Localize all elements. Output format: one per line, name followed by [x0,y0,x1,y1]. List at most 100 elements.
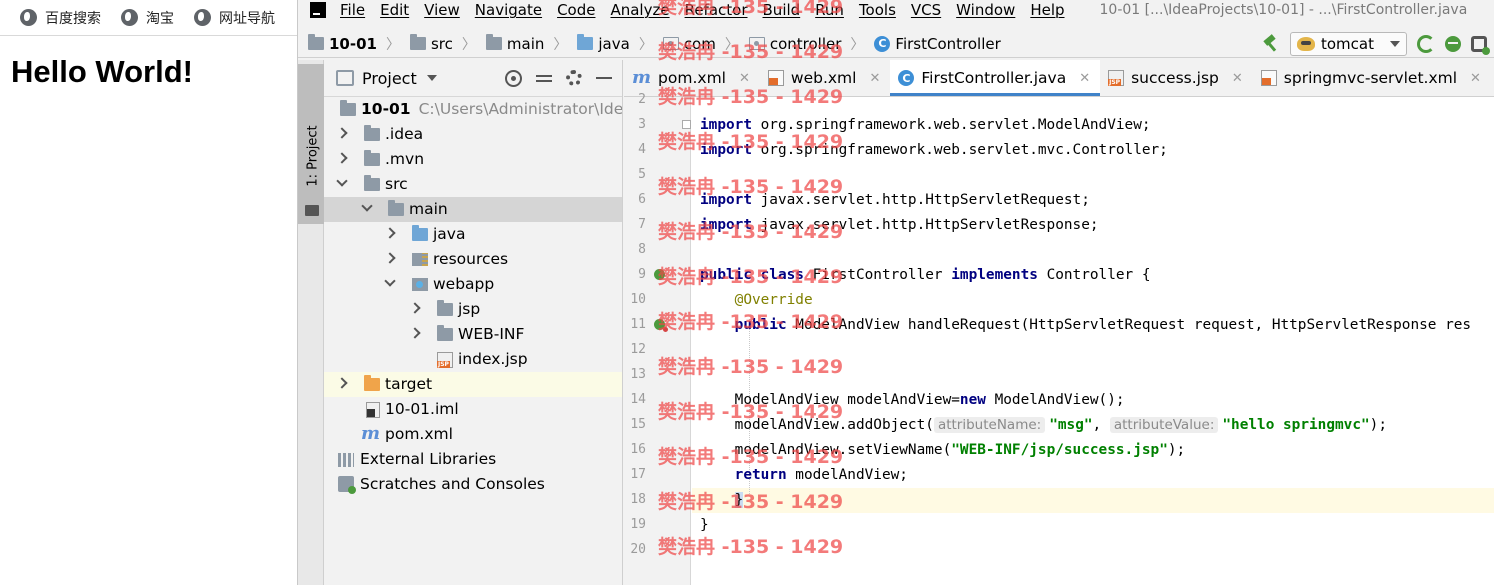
bookmark-baidu[interactable]: 百度搜索 [20,8,101,28]
breadcrumb-controller[interactable]: controller 〉 [748,34,864,54]
menu-view[interactable]: View [424,1,460,19]
menu-vcs[interactable]: VCS [911,1,941,19]
menu-tools[interactable]: Tools [859,1,896,19]
tree-item-label: main [409,200,448,218]
tree-item-java[interactable]: java [324,222,622,247]
tree-item-scratches[interactable]: Scratches and Consoles [324,472,622,497]
chevron-right-icon[interactable] [336,377,348,389]
tree-item-label: .mvn [385,150,425,168]
tree-item-idea[interactable]: .idea [324,122,622,147]
collapse-all-icon[interactable] [536,71,552,85]
menu-help[interactable]: Help [1030,1,1064,19]
hide-panel-icon[interactable] [596,77,612,79]
chevron-down-icon[interactable] [384,275,396,287]
string-literal: "hello springmvc" [1222,417,1370,433]
chevron-right-icon: 〉 [638,36,653,53]
keyword: public class [700,267,804,283]
close-icon[interactable]: ✕ [869,71,880,86]
breadcrumb-label: java [598,34,630,53]
breadcrumb-com[interactable]: com 〉 [662,34,739,54]
run-with-coverage-icon[interactable] [1471,35,1490,55]
bookmark-nav[interactable]: 网址导航 [194,8,275,28]
iml-file-icon [366,402,380,418]
tab-springmvc-servlet-xml[interactable]: springmvc-servlet.xml ✕ [1253,60,1491,96]
tool-window-tab-project[interactable]: 1: Project [298,64,324,224]
chevron-down-icon[interactable] [426,75,437,81]
chevron-right-icon[interactable] [384,252,396,264]
code-line-11: public ModelAndView handleRequest(HttpSe… [700,317,1471,333]
keyword: import [700,217,752,233]
menu-build[interactable]: Build [763,1,801,19]
string-literal: "WEB-INF/jsp/success.jsp" [951,442,1168,458]
line-number: 3 [638,117,646,132]
code-text: modelAndView; [786,467,908,483]
menu-window[interactable]: Window [956,1,1015,19]
close-icon[interactable]: ✕ [1232,71,1243,86]
tree-item-project-root[interactable]: 10-01 C:\Users\Administrator\IdeaP [324,97,622,122]
code-line-17: return modelAndView; [700,467,908,483]
tree-item-resources[interactable]: resources [324,247,622,272]
chevron-right-icon[interactable] [336,152,348,164]
tree-item-target[interactable]: target [324,372,622,397]
locate-target-icon[interactable] [505,69,522,87]
breadcrumb-class[interactable]: C FirstController [874,35,1001,53]
chevron-right-icon[interactable] [336,127,348,139]
breadcrumb-project[interactable]: 10-01 〉 [308,34,400,54]
menu-edit[interactable]: Edit [380,1,409,19]
tree-item-mvn[interactable]: .mvn [324,147,622,172]
excluded-folder-icon [364,375,380,391]
keyword: new [959,392,986,408]
bookmark-label: 百度搜索 [45,10,101,27]
chevron-right-icon[interactable] [384,227,396,239]
code-text: modelAndView.setViewName( [734,442,952,458]
override-marker-icon[interactable] [654,319,668,332]
code-area[interactable]: import org.springframework.web.servlet.M… [692,97,1494,585]
tab-label: pom.xml [658,69,726,87]
run-configuration-select[interactable]: tomcat [1290,31,1407,56]
menu-run[interactable]: Run [815,1,844,19]
line-number-gutter[interactable]: 2 3 4 5 6 7 8 9 10 11 12 13 14 15 16 17 … [624,92,691,585]
jsp-file-icon [437,352,453,368]
menu-navigate[interactable]: Navigate [475,1,542,19]
tab-label: success.jsp [1131,69,1219,87]
tree-item-index-jsp[interactable]: index.jsp [324,347,622,372]
tab-pom-xml[interactable]: m pom.xml ✕ [624,60,760,96]
tab-first-controller[interactable]: C FirstController.java ✕ [890,60,1101,96]
fold-marker-icon[interactable] [682,120,691,129]
close-icon[interactable]: ✕ [1470,71,1481,86]
implementation-marker-icon[interactable] [654,269,665,280]
project-panel-title[interactable]: Project [362,69,417,88]
menu-refactor[interactable]: Refactor [685,1,748,19]
breadcrumb-src[interactable]: src 〉 [409,34,476,54]
tree-item-web-inf[interactable]: WEB-INF [324,322,622,347]
gear-icon[interactable] [566,70,582,86]
breadcrumb-main[interactable]: main 〉 [485,34,567,54]
tool-window-strip: 1: Project [298,60,324,585]
source-folder-icon [577,34,594,50]
tree-item-iml[interactable]: 10-01.iml [324,397,622,422]
tree-item-main[interactable]: main [324,197,622,222]
rerun-icon[interactable] [1417,34,1435,53]
globe-icon [121,9,138,26]
close-icon[interactable]: ✕ [739,71,750,86]
menu-file[interactable]: File [340,1,365,19]
window-title: 10-01 [...\IdeaProjects\10-01] - ...\Fir… [1099,2,1468,18]
breadcrumb-java[interactable]: java 〉 [577,34,653,54]
tree-item-jsp[interactable]: jsp [324,297,622,322]
bookmark-taobao[interactable]: 淘宝 [121,8,174,28]
tree-item-webapp[interactable]: webapp [324,272,622,297]
chevron-right-icon[interactable] [409,327,421,339]
menu-analyze[interactable]: Analyze [610,1,669,19]
tree-item-external-libraries[interactable]: External Libraries [324,447,622,472]
chevron-right-icon[interactable] [409,302,421,314]
tab-success-jsp[interactable]: success.jsp ✕ [1100,60,1253,96]
build-hammer-icon[interactable] [1262,35,1280,53]
tab-web-xml[interactable]: web.xml ✕ [760,60,890,96]
chevron-down-icon[interactable] [361,200,373,212]
close-icon[interactable]: ✕ [1079,71,1090,86]
tree-item-src[interactable]: src [324,172,622,197]
chevron-down-icon[interactable] [336,175,348,187]
menu-code[interactable]: Code [557,1,595,19]
debug-bug-icon[interactable] [1445,35,1461,52]
tree-item-pom[interactable]: m pom.xml [324,422,622,447]
